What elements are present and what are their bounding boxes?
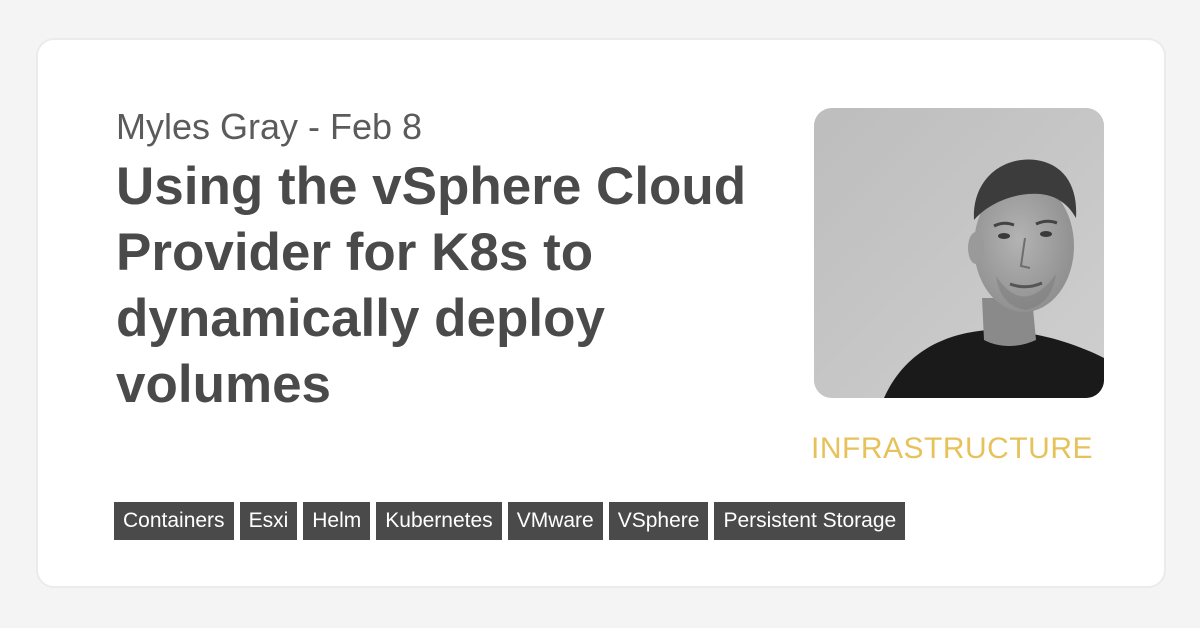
author-photo [814, 108, 1104, 398]
tag-esxi[interactable]: Esxi [239, 502, 298, 540]
tag-kubernetes[interactable]: Kubernetes [376, 502, 502, 540]
author-photo-image [814, 108, 1104, 398]
tag-vsphere[interactable]: VSphere [608, 502, 709, 540]
tag-persistent-storage[interactable]: Persistent Storage [714, 502, 906, 540]
post-category[interactable]: INFRASTRUCTURE [811, 432, 1093, 466]
tag-vmware[interactable]: VMware [507, 502, 603, 540]
tag-list: Containers Esxi Helm Kubernetes VMware V… [114, 502, 906, 540]
post-title[interactable]: Using the vSphere Cloud Provider for K8s… [116, 154, 796, 418]
post-card[interactable]: Myles Gray - Feb 8 Using the vSphere Clo… [36, 38, 1166, 588]
tag-helm[interactable]: Helm [303, 502, 371, 540]
post-byline: Myles Gray - Feb 8 [116, 106, 423, 147]
tag-containers[interactable]: Containers [114, 502, 234, 540]
